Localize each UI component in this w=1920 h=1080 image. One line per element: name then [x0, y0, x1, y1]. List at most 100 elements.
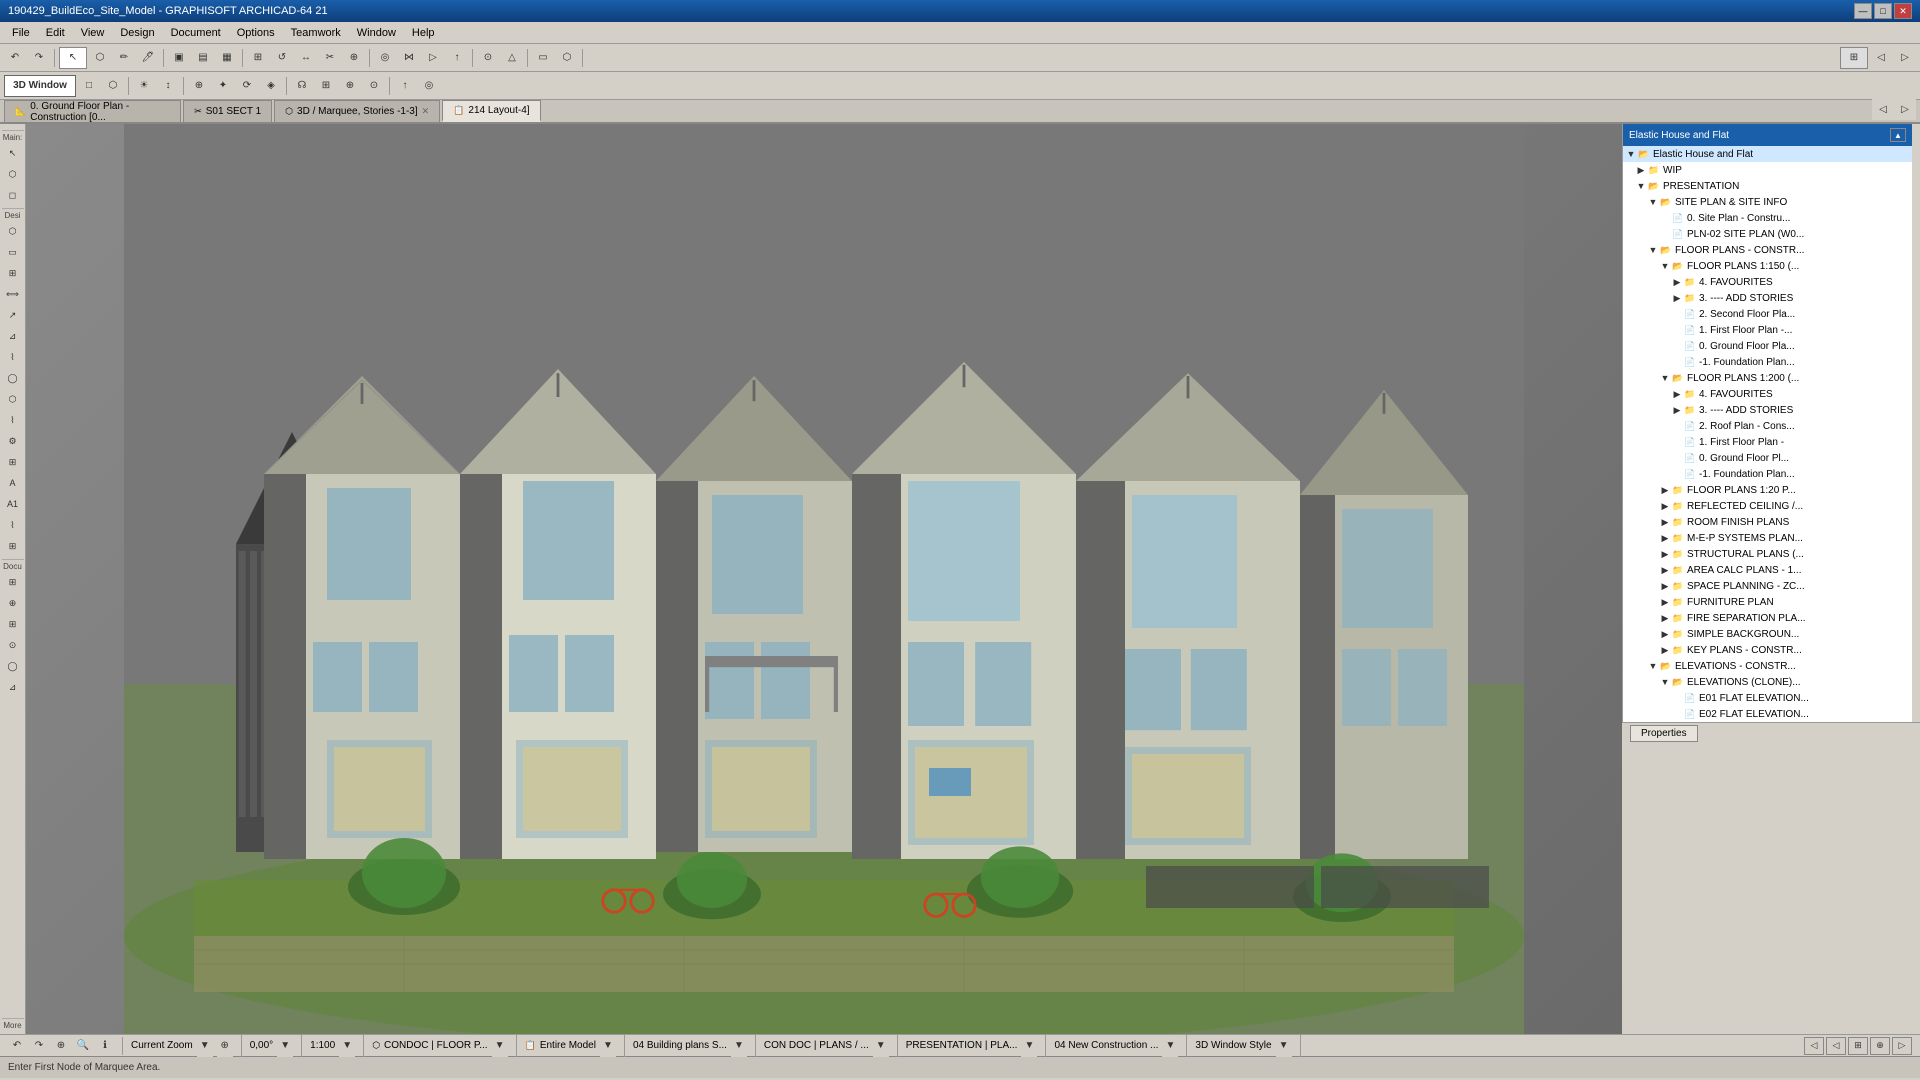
arrow-tool[interactable]: ↖: [3, 143, 23, 163]
tree-found-150[interactable]: ▶ 📄 -1. Foundation Plan...: [1623, 354, 1912, 370]
slab-tool[interactable]: ▤: [192, 47, 214, 69]
beam-tool-left[interactable]: ↗: [3, 305, 23, 325]
tree-fav-150[interactable]: ▶ 📁 4. FAVOURITES: [1623, 274, 1912, 290]
window-style-dropdown[interactable]: ▼: [1276, 1035, 1292, 1057]
tree-furniture[interactable]: ▶ 📁 FURNITURE PLAN: [1623, 594, 1912, 610]
tree-reflected[interactable]: ▶ 📁 REFLECTED CEILING /...: [1623, 498, 1912, 514]
zoom-status-btn[interactable]: ⊕: [52, 1037, 70, 1055]
toolbox-select[interactable]: ◻: [3, 185, 23, 205]
tree-e01[interactable]: ▶ 📄 E01 FLAT ELEVATION...: [1623, 690, 1912, 706]
zoom-dropdown[interactable]: ▼: [197, 1035, 213, 1057]
panel-toggle-btn-1[interactable]: ◁: [1804, 1037, 1824, 1055]
3d-window-btn[interactable]: 3D Window: [4, 75, 76, 97]
morph-tool-left[interactable]: ⚙: [3, 431, 23, 451]
tree-floor-plans[interactable]: ▼ 📂 FLOOR PLANS - CONSTR...: [1623, 242, 1912, 258]
view-iso-btn[interactable]: ⊙: [363, 75, 385, 97]
dimension-tool[interactable]: ⊞: [3, 572, 23, 592]
menu-window[interactable]: Window: [349, 25, 404, 41]
maximize-button[interactable]: □: [1874, 3, 1892, 19]
marquee-tool[interactable]: ⬡: [89, 47, 111, 69]
tab-ground-floor[interactable]: 📐 0. Ground Floor Plan - Construction [0…: [4, 100, 181, 122]
next-view-btn[interactable]: ▷: [1894, 47, 1916, 69]
presentation-dropdown[interactable]: ▼: [1021, 1035, 1037, 1057]
undo-status-btn[interactable]: ↶: [8, 1037, 26, 1055]
expand-furniture[interactable]: ▶: [1659, 597, 1671, 608]
roof-tool-left[interactable]: ⊞: [3, 263, 23, 283]
condoc-value[interactable]: CON DOC | PLANS / ...: [764, 1040, 869, 1051]
pencil-tool[interactable]: ✏: [113, 47, 135, 69]
window-style-value[interactable]: 3D Window Style: [1195, 1040, 1271, 1051]
view-back-btn[interactable]: ◁: [1872, 98, 1894, 120]
angle-dropdown[interactable]: ▼: [277, 1035, 293, 1057]
new-construction-value[interactable]: 04 New Construction ...: [1054, 1040, 1158, 1051]
tab-close-2[interactable]: ✕: [422, 106, 430, 117]
expand-structural[interactable]: ▶: [1659, 549, 1671, 560]
polyline-tool-left[interactable]: ⊞: [3, 536, 23, 556]
wall-tool-left[interactable]: ⬡: [3, 221, 23, 241]
object-tool-left[interactable]: ◯: [3, 368, 23, 388]
rotate-btn[interactable]: ↺: [271, 47, 293, 69]
expand-key-plans[interactable]: ▶: [1659, 645, 1671, 656]
toolbox-marquee[interactable]: ⬡: [3, 164, 23, 184]
erase-tool[interactable]: 🖊: [137, 47, 159, 69]
properties-button[interactable]: Properties: [1630, 725, 1698, 742]
menu-options[interactable]: Options: [229, 25, 283, 41]
expand-area-calc[interactable]: ▶: [1659, 565, 1671, 576]
view-front-btn[interactable]: ⊞: [315, 75, 337, 97]
shadow-btn[interactable]: ↕: [157, 75, 179, 97]
line-tool-left[interactable]: ⌇: [3, 515, 23, 535]
curtain-wall-left[interactable]: ⊞: [3, 452, 23, 472]
tree-simple-bg[interactable]: ▶ 📁 SIMPLE BACKGROUN...: [1623, 626, 1912, 642]
tree-fp-150[interactable]: ▼ 📂 FLOOR PLANS 1:150 (...: [1623, 258, 1912, 274]
tab-3d[interactable]: ⬡ 3D / Marquee, Stories -1-3] ✕: [274, 100, 440, 122]
panel-toggle-btn-5[interactable]: ▷: [1892, 1037, 1912, 1055]
layer-btn[interactable]: ↑: [394, 75, 416, 97]
slab-tool-left[interactable]: ▭: [3, 242, 23, 262]
building-plans-dropdown[interactable]: ▼: [731, 1035, 747, 1057]
wall-tool[interactable]: ▣: [168, 47, 190, 69]
tree-site-plan-2[interactable]: ▶ 📄 PLN-02 SITE PLAN (W0...: [1623, 226, 1912, 242]
mirror-btn[interactable]: ↔: [295, 47, 317, 69]
expand-elev-clone[interactable]: ▼: [1659, 677, 1671, 687]
orbit-btn[interactable]: ⊕: [188, 75, 210, 97]
window-tool-left[interactable]: ⌇: [3, 347, 23, 367]
zoom-in-status[interactable]: ⊕: [217, 1035, 233, 1057]
menu-document[interactable]: Document: [163, 25, 229, 41]
lamp-tool-left[interactable]: ⬡: [3, 389, 23, 409]
view-top-btn[interactable]: ☊: [291, 75, 313, 97]
tree-1f-200[interactable]: ▶ 📄 1. First Floor Plan -: [1623, 434, 1912, 450]
move-btn[interactable]: ✂: [319, 47, 341, 69]
tree-1f-150[interactable]: ▶ 📄 1. First Floor Plan -...: [1623, 322, 1912, 338]
column-tool[interactable]: ▦: [216, 47, 238, 69]
panel-toggle-btn-3[interactable]: ⊞: [1848, 1037, 1868, 1055]
prev-view-btn[interactable]: ◁: [1870, 47, 1892, 69]
tree-2f-150[interactable]: ▶ 📄 2. Second Floor Pla...: [1623, 306, 1912, 322]
zoom-out-btn[interactable]: ◈: [260, 75, 282, 97]
distribute-btn[interactable]: △: [501, 47, 523, 69]
presentation-value[interactable]: PRESENTATION | PLA...: [906, 1040, 1018, 1051]
tree-site-plan[interactable]: ▼ 📂 SITE PLAN & SITE INFO: [1623, 194, 1912, 210]
close-button[interactable]: ✕: [1894, 3, 1912, 19]
expand-fp-20[interactable]: ▶: [1659, 485, 1671, 496]
panel-toggle-btn-2[interactable]: ◁: [1826, 1037, 1846, 1055]
mesh-tool-left[interactable]: ⌇: [3, 410, 23, 430]
stories-value[interactable]: Entire Model: [540, 1040, 596, 1051]
expand-fav-200[interactable]: ▶: [1671, 389, 1683, 400]
building-plans-value[interactable]: 04 Building plans S...: [633, 1040, 727, 1051]
group-btn[interactable]: ▭: [532, 47, 554, 69]
expand-elevations[interactable]: ▼: [1647, 661, 1659, 671]
tree-structural[interactable]: ▶ 📁 STRUCTURAL PLANS (...: [1623, 546, 1912, 562]
expand-fp-200[interactable]: ▼: [1659, 373, 1671, 383]
filter-btn[interactable]: ◎: [418, 75, 440, 97]
expand-site-plan[interactable]: ▼: [1647, 197, 1659, 207]
angle-dim-tool[interactable]: ⊕: [3, 593, 23, 613]
expand-fav-150[interactable]: ▶: [1671, 277, 1683, 288]
tree-fp-20[interactable]: ▶ 📁 FLOOR PLANS 1:20 P...: [1623, 482, 1912, 498]
snap-grid[interactable]: ⊞: [247, 47, 269, 69]
tree-e02[interactable]: ▶ 📄 E02 FLAT ELEVATION...: [1623, 706, 1912, 722]
layer-dropdown[interactable]: ▼: [492, 1035, 508, 1057]
zoom-in-btn[interactable]: ⟳: [236, 75, 258, 97]
tab-layout[interactable]: 📋 214 Layout-4]: [442, 100, 540, 122]
tree-key-plans[interactable]: ▶ 📁 KEY PLANS - CONSTR...: [1623, 642, 1912, 658]
expand-room-finish[interactable]: ▶: [1659, 517, 1671, 528]
